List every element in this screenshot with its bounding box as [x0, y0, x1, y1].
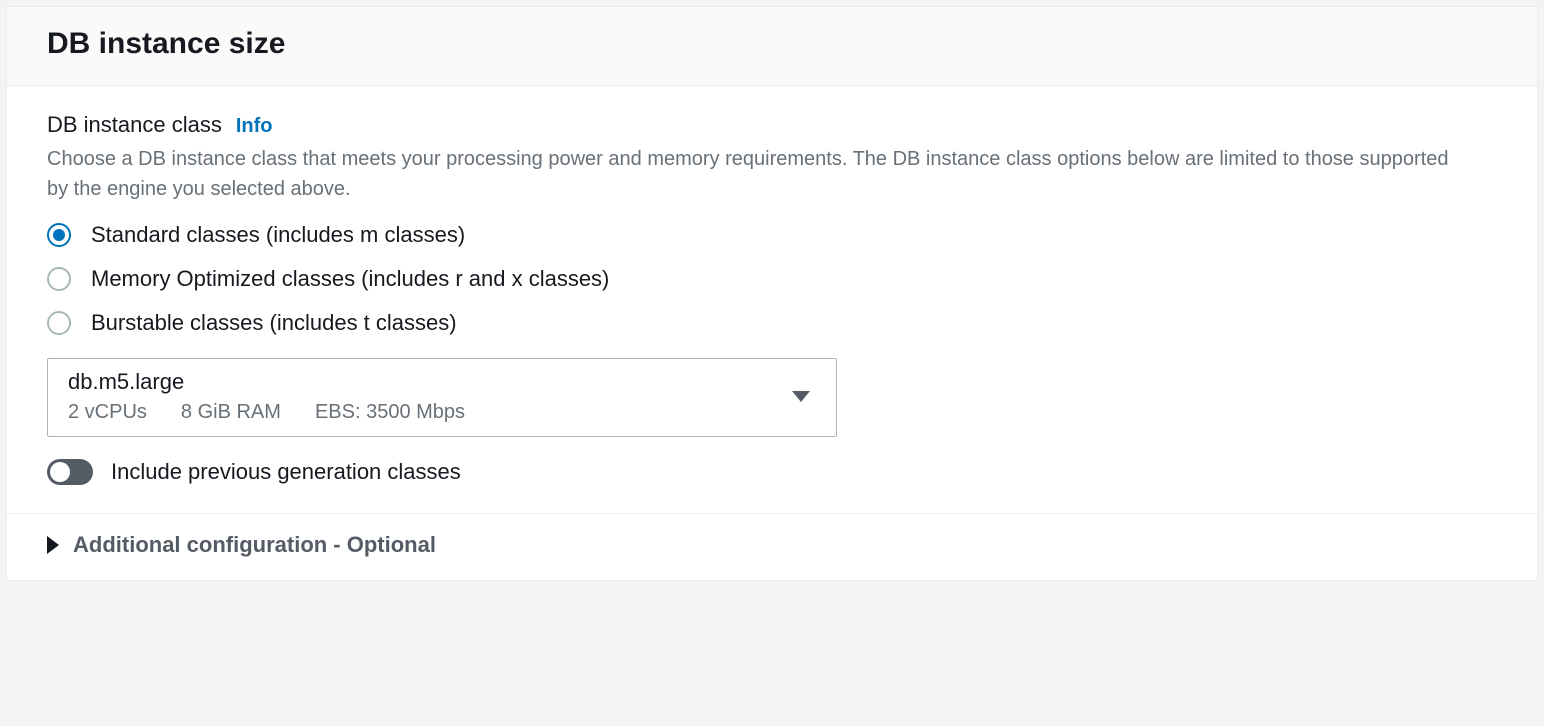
field-label-row: DB instance class Info — [47, 112, 1497, 138]
spec-ebs: EBS: 3500 Mbps — [315, 401, 465, 424]
chevron-right-icon — [47, 536, 59, 554]
select-value: db.m5.large — [68, 369, 465, 395]
radio-icon — [47, 311, 71, 335]
additional-configuration-expandable[interactable]: Additional configuration - Optional — [7, 514, 1537, 580]
instance-class-radio-group: Standard classes (includes m classes) Me… — [47, 222, 1497, 336]
previous-generation-toggle[interactable] — [47, 459, 93, 485]
previous-generation-toggle-row: Include previous generation classes — [47, 459, 1497, 485]
spec-ram: 8 GiB RAM — [181, 401, 281, 424]
radio-label: Memory Optimized classes (includes r and… — [91, 266, 609, 292]
card-body: DB instance class Info Choose a DB insta… — [7, 86, 1537, 514]
radio-label: Standard classes (includes m classes) — [91, 222, 465, 248]
radio-label: Burstable classes (includes t classes) — [91, 310, 457, 336]
toggle-label: Include previous generation classes — [111, 459, 461, 485]
db-instance-size-card: DB instance size DB instance class Info … — [6, 6, 1538, 581]
chevron-down-icon — [792, 391, 810, 402]
spec-vcpus: 2 vCPUs — [68, 401, 147, 424]
radio-icon — [47, 223, 71, 247]
expandable-label: Additional configuration - Optional — [73, 532, 436, 558]
card-header: DB instance size — [7, 7, 1537, 86]
field-label: DB instance class — [47, 112, 222, 138]
toggle-knob — [50, 462, 70, 482]
radio-option-standard[interactable]: Standard classes (includes m classes) — [47, 222, 1497, 248]
field-description: Choose a DB instance class that meets yo… — [47, 144, 1467, 204]
info-link[interactable]: Info — [236, 115, 273, 138]
radio-option-memory-optimized[interactable]: Memory Optimized classes (includes r and… — [47, 266, 1497, 292]
radio-option-burstable[interactable]: Burstable classes (includes t classes) — [47, 310, 1497, 336]
section-title: DB instance size — [47, 27, 1497, 61]
instance-class-select[interactable]: db.m5.large 2 vCPUs 8 GiB RAM EBS: 3500 … — [47, 358, 837, 437]
radio-icon — [47, 267, 71, 291]
select-specs: 2 vCPUs 8 GiB RAM EBS: 3500 Mbps — [68, 401, 465, 424]
select-content: db.m5.large 2 vCPUs 8 GiB RAM EBS: 3500 … — [68, 369, 465, 424]
